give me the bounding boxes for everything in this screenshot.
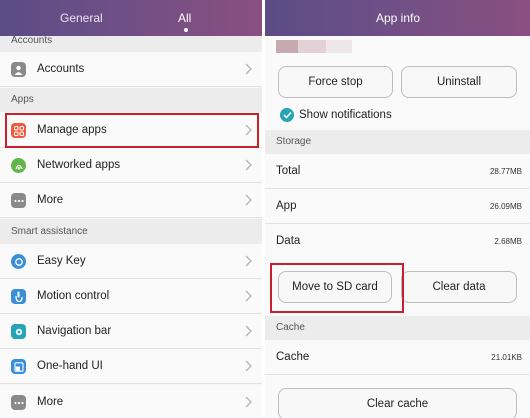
show-notifications-checkbox[interactable] [280, 108, 294, 122]
checkmark-icon [282, 111, 292, 119]
motion-icon [11, 289, 26, 304]
navigation-icon [11, 324, 26, 339]
apps-grid-icon [11, 123, 26, 138]
app-info-panel: App info Force stop Uninstall Show notif… [265, 0, 530, 418]
easy-key-icon [11, 254, 26, 269]
app-name-blurred [298, 40, 326, 53]
storage-value: 28.77MB [489, 167, 522, 176]
clear-data-button[interactable]: Clear data [401, 271, 517, 303]
storage-label: App [276, 200, 297, 212]
settings-item-label: Navigation bar [37, 325, 112, 337]
storage-row-data: Data 2.68MB [265, 224, 530, 259]
chevron-right-icon [245, 124, 252, 136]
section-header-cache: Cache [265, 316, 530, 340]
network-icon [11, 158, 26, 173]
app-name-blurred [326, 40, 352, 53]
chevron-right-icon [245, 360, 252, 372]
clear-cache-button[interactable]: Clear cache [278, 388, 517, 418]
settings-item-one-hand-ui[interactable]: One-hand UI [0, 349, 262, 384]
chevron-right-icon [245, 325, 252, 337]
force-stop-button[interactable]: Force stop [278, 66, 393, 98]
settings-item-label: Manage apps [37, 124, 107, 136]
uninstall-button[interactable]: Uninstall [401, 66, 517, 98]
move-to-sd-card-button[interactable]: Move to SD card [278, 271, 392, 303]
settings-item-more-2[interactable]: More [0, 385, 262, 418]
app-info-title-bar: App info [265, 0, 530, 36]
storage-row-total: Total 28.77MB [265, 154, 530, 189]
settings-item-label: One-hand UI [37, 360, 103, 372]
chevron-right-icon [245, 255, 252, 267]
more-icon [11, 193, 26, 208]
tab-general[interactable]: General [60, 11, 103, 25]
chevron-right-icon [245, 396, 252, 408]
settings-item-label: More [37, 194, 64, 206]
settings-tab-bar: General All [0, 0, 262, 36]
page-title: App info [376, 11, 421, 25]
storage-row-app: App 26.09MB [265, 189, 530, 224]
settings-item-networked-apps[interactable]: Networked apps [0, 148, 262, 183]
settings-item-label: More [37, 396, 64, 408]
settings-item-label: Motion control [37, 290, 110, 302]
chevron-right-icon [245, 159, 252, 171]
settings-item-easy-key[interactable]: Easy Key [0, 244, 262, 279]
storage-label: Total [276, 165, 301, 177]
cache-value: 21.01KB [491, 353, 522, 362]
chevron-right-icon [245, 290, 252, 302]
storage-label: Data [276, 235, 301, 247]
settings-item-label: Networked apps [37, 159, 121, 171]
settings-panel: General All Accounts Accounts Apps Manag… [0, 0, 262, 418]
section-header-smart-assistance: Smart assistance [0, 219, 262, 244]
section-header-apps: Apps [0, 88, 262, 112]
settings-item-accounts[interactable]: Accounts [0, 52, 262, 87]
section-header-storage: Storage [265, 130, 530, 154]
settings-item-label: Easy Key [37, 255, 86, 267]
app-icon-blurred [276, 40, 298, 53]
chevron-right-icon [245, 63, 252, 75]
active-tab-indicator [184, 28, 188, 32]
storage-value: 2.68MB [494, 237, 522, 246]
cache-label: Cache [276, 351, 310, 363]
settings-item-navigation-bar[interactable]: Navigation bar [0, 314, 262, 349]
more-icon [11, 395, 26, 410]
settings-item-label: Accounts [37, 63, 85, 75]
settings-item-more[interactable]: More [0, 183, 262, 218]
settings-item-motion-control[interactable]: Motion control [0, 279, 262, 314]
chevron-right-icon [245, 194, 252, 206]
one-hand-icon [11, 359, 26, 374]
account-icon [11, 62, 26, 77]
settings-item-manage-apps[interactable]: Manage apps [0, 113, 262, 148]
section-header-accounts: Accounts [0, 36, 262, 52]
show-notifications-label: Show notifications [299, 109, 392, 121]
storage-value: 26.09MB [489, 202, 522, 211]
tab-all[interactable]: All [178, 11, 191, 25]
cache-row: Cache 21.01KB [265, 340, 530, 375]
